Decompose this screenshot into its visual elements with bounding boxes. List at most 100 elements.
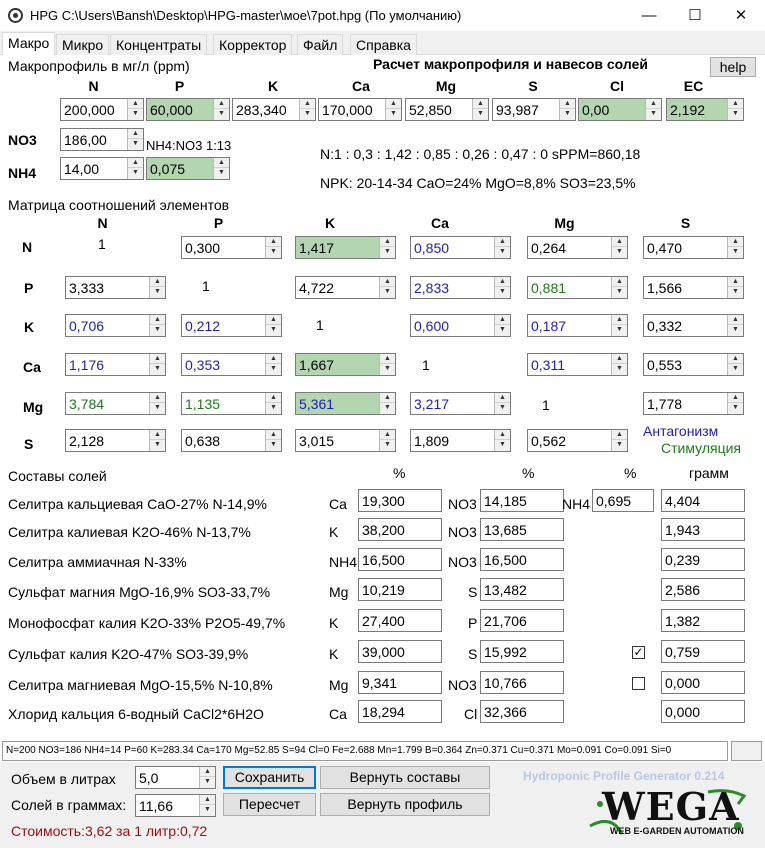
salt-v1-input[interactable]: 9,341 (358, 671, 442, 694)
salt-grams-input[interactable]: 2,586 (661, 578, 745, 601)
close-button[interactable]: ✕ (718, 0, 764, 31)
spin-down-icon[interactable]: ▼ (495, 403, 510, 413)
salt-v1-input[interactable]: 38,200 (358, 518, 442, 541)
spin-down-icon[interactable]: ▼ (612, 325, 627, 335)
spin-up-icon[interactable]: ▲ (150, 430, 165, 440)
cl-spinner[interactable]: ▲ ▼ (645, 99, 661, 120)
tab-corrector[interactable]: Корректор (213, 34, 293, 55)
matrix-cell[interactable]: 0,187 ▲ ▼ (527, 314, 628, 337)
spin-down-icon[interactable]: ▼ (200, 777, 215, 787)
salt-v1-input[interactable]: 18,294 (358, 700, 442, 723)
spin-up-icon[interactable]: ▲ (266, 315, 281, 325)
matrix-cell[interactable]: 1,778 ▲ ▼ (643, 392, 744, 415)
spin-down-icon[interactable]: ▼ (150, 325, 165, 335)
spin-down-icon[interactable]: ▼ (300, 109, 315, 119)
spin-down-icon[interactable]: ▼ (214, 109, 229, 119)
spin-up-icon[interactable]: ▲ (380, 393, 395, 403)
nh4-spinner[interactable]: ▲ ▼ (127, 158, 143, 179)
matrix-cell[interactable]: 1,809 ▲ ▼ (410, 429, 511, 452)
mg-input[interactable]: 52,850 ▲ ▼ (405, 98, 489, 121)
salt-enable-checkbox[interactable] (632, 677, 645, 690)
spin-up-icon[interactable]: ▲ (266, 354, 281, 364)
salts-grams-input[interactable]: 11,66 ▲ ▼ (135, 794, 216, 817)
spin-up-icon[interactable]: ▲ (150, 277, 165, 287)
spin-down-icon[interactable]: ▼ (495, 287, 510, 297)
spin-down-icon[interactable]: ▼ (214, 168, 229, 178)
spin-down-icon[interactable]: ▼ (612, 287, 627, 297)
spin-up-icon[interactable]: ▲ (646, 99, 661, 109)
spin-down-icon[interactable]: ▼ (380, 440, 395, 450)
spin-down-icon[interactable]: ▼ (728, 403, 743, 413)
spin-down-icon[interactable]: ▼ (128, 139, 143, 149)
s-input[interactable]: 93,987 ▲ ▼ (492, 98, 576, 121)
spin-up-icon[interactable]: ▲ (728, 237, 743, 247)
spin-down-icon[interactable]: ▼ (646, 109, 661, 119)
matrix-cell[interactable]: 1,566 ▲ ▼ (643, 276, 744, 299)
spin-up-icon[interactable]: ▲ (728, 315, 743, 325)
spin-down-icon[interactable]: ▼ (495, 440, 510, 450)
matrix-cell[interactable]: 3,784 ▲ ▼ (65, 392, 166, 415)
spin-up-icon[interactable]: ▲ (300, 99, 315, 109)
spin-up-icon[interactable]: ▲ (728, 354, 743, 364)
spin-up-icon[interactable]: ▲ (150, 315, 165, 325)
matrix-cell[interactable]: 0,638 ▲ ▼ (181, 429, 282, 452)
spin-up-icon[interactable]: ▲ (150, 393, 165, 403)
spin-up-icon[interactable]: ▲ (128, 158, 143, 168)
tab-file[interactable]: Файл (297, 34, 344, 55)
spin-down-icon[interactable]: ▼ (728, 109, 743, 119)
spin-down-icon[interactable]: ▼ (473, 109, 488, 119)
matrix-cell[interactable]: 1,417 ▲ ▼ (295, 236, 396, 259)
matrix-cell[interactable]: 0,311 ▲ ▼ (527, 353, 628, 376)
matrix-cell[interactable]: 0,212 ▲ ▼ (181, 314, 282, 337)
salt-grams-input[interactable]: 0,759 (661, 640, 745, 663)
n-input[interactable]: 200,000 ▲ ▼ (60, 98, 144, 121)
spin-up-icon[interactable]: ▲ (612, 354, 627, 364)
spin-down-icon[interactable]: ▼ (612, 440, 627, 450)
spin-up-icon[interactable]: ▲ (612, 277, 627, 287)
spin-down-icon[interactable]: ▼ (266, 325, 281, 335)
matrix-cell[interactable]: 1,176 ▲ ▼ (65, 353, 166, 376)
spin-up-icon[interactable]: ▲ (612, 430, 627, 440)
spin-down-icon[interactable]: ▼ (495, 325, 510, 335)
spin-down-icon[interactable]: ▼ (128, 168, 143, 178)
spin-up-icon[interactable]: ▲ (214, 99, 229, 109)
spin-up-icon[interactable]: ▲ (380, 430, 395, 440)
salt-v1-input[interactable]: 39,000 (358, 640, 442, 663)
salt-v2-input[interactable]: 15,992 (480, 640, 564, 663)
salt-v2-input[interactable]: 10,766 (480, 671, 564, 694)
ec-spinner[interactable]: ▲ ▼ (727, 99, 743, 120)
nh4-share-spinner[interactable]: ▲ ▼ (213, 158, 229, 179)
spin-down-icon[interactable]: ▼ (728, 364, 743, 374)
salt-grams-input[interactable]: 1,943 (661, 518, 745, 541)
spin-down-icon[interactable]: ▼ (150, 364, 165, 374)
spin-up-icon[interactable]: ▲ (380, 237, 395, 247)
tab-micro[interactable]: Микро (56, 34, 110, 55)
maximize-button[interactable]: ☐ (672, 0, 718, 31)
spin-up-icon[interactable]: ▲ (150, 354, 165, 364)
salt-v1-input[interactable]: 16,500 (358, 548, 442, 571)
matrix-cell[interactable]: 3,217 ▲ ▼ (410, 392, 511, 415)
salt-grams-input[interactable]: 0,239 (661, 548, 745, 571)
spin-down-icon[interactable]: ▼ (560, 109, 575, 119)
tab-concentrates[interactable]: Концентраты (110, 34, 208, 55)
spin-down-icon[interactable]: ▼ (495, 247, 510, 257)
salt-v2-input[interactable]: 13,482 (480, 578, 564, 601)
matrix-cell[interactable]: 1,135 ▲ ▼ (181, 392, 282, 415)
spin-up-icon[interactable]: ▲ (728, 277, 743, 287)
matrix-cell[interactable]: 0,706 ▲ ▼ (65, 314, 166, 337)
spin-up-icon[interactable]: ▲ (728, 99, 743, 109)
spin-up-icon[interactable]: ▲ (728, 393, 743, 403)
spin-down-icon[interactable]: ▼ (128, 109, 143, 119)
p-spinner[interactable]: ▲ ▼ (213, 99, 229, 120)
spin-down-icon[interactable]: ▼ (612, 364, 627, 374)
spin-up-icon[interactable]: ▲ (495, 315, 510, 325)
spin-down-icon[interactable]: ▼ (380, 364, 395, 374)
matrix-cell[interactable]: 4,722 ▲ ▼ (295, 276, 396, 299)
spin-down-icon[interactable]: ▼ (386, 109, 401, 119)
salt-grams-input[interactable]: 0,000 (661, 671, 745, 694)
matrix-cell[interactable]: 0,264 ▲ ▼ (527, 236, 628, 259)
volume-input[interactable]: 5,0 ▲ ▼ (135, 766, 216, 789)
spin-up-icon[interactable]: ▲ (612, 315, 627, 325)
spin-down-icon[interactable]: ▼ (728, 325, 743, 335)
n-spinner[interactable]: ▲ ▼ (127, 99, 143, 120)
